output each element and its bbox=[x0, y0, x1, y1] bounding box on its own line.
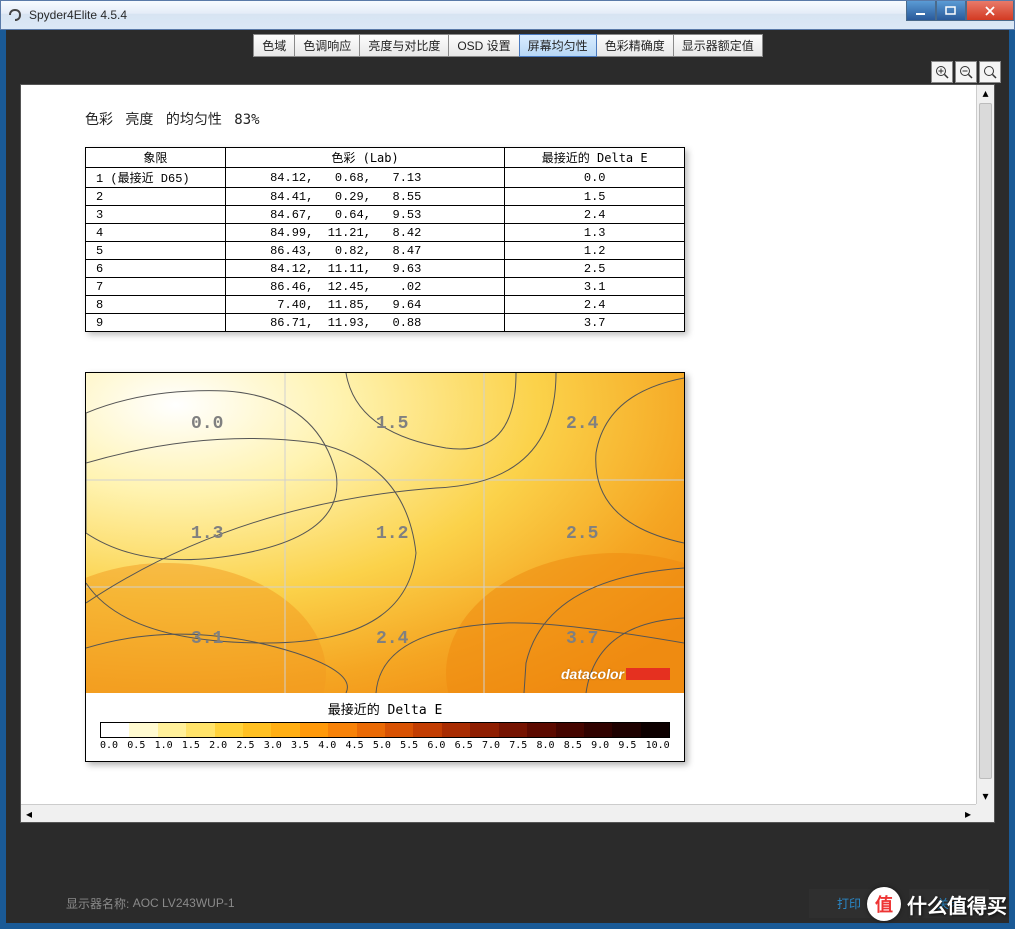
footer: 显示器名称: AOC LV243WUP-1 打印 关闭 bbox=[6, 883, 1009, 923]
col-quadrant: 象限 bbox=[86, 148, 226, 168]
window-close-button[interactable] bbox=[966, 1, 1014, 21]
page-heading: 色彩 亮度 的均匀性 83% bbox=[85, 109, 916, 129]
scroll-right-icon[interactable]: ▸ bbox=[960, 805, 976, 822]
tab-tone-response[interactable]: 色调响应 bbox=[294, 34, 360, 57]
content-area: 色彩 亮度 的均匀性 83% 象限 色彩 (Lab) 最接近的 Delta E … bbox=[20, 84, 995, 823]
watermark-text: 什么值得买 bbox=[907, 890, 1007, 919]
vertical-scrollbar[interactable]: ▴ ▾ bbox=[976, 85, 994, 804]
window-title: Spyder4Elite 4.5.4 bbox=[29, 8, 127, 22]
legend-title: 最接近的 Delta E bbox=[96, 699, 674, 718]
scroll-down-icon[interactable]: ▾ bbox=[977, 788, 994, 804]
watermark-badge-icon: 值 bbox=[867, 887, 901, 921]
tab-osd-settings[interactable]: OSD 设置 bbox=[448, 34, 519, 57]
cell-value-6: 2.5 bbox=[566, 524, 598, 544]
zoom-in-button[interactable] bbox=[931, 61, 953, 83]
app-icon bbox=[7, 7, 23, 23]
col-deltae: 最接近的 Delta E bbox=[505, 148, 685, 168]
table-row: 3 84.67, 0.64, 9.532.4 bbox=[86, 206, 685, 224]
uniformity-chart: 0.0 1.5 2.4 1.3 1.2 2.5 3.1 2.4 3.7 data… bbox=[85, 372, 685, 762]
toolbar bbox=[6, 57, 1009, 87]
brand-badge: datacolor bbox=[561, 666, 670, 682]
legend-ticks: 0.00.51.01.52.02.53.03.54.04.55.05.56.06… bbox=[100, 738, 670, 751]
window-titlebar: Spyder4Elite 4.5.4 bbox=[0, 0, 1015, 30]
table-row: 5 86.43, 0.82, 8.471.2 bbox=[86, 242, 685, 260]
tab-strip: 色域 色调响应 亮度与对比度 OSD 设置 屏幕均匀性 色彩精确度 显示器额定值 bbox=[6, 30, 1009, 57]
tab-brightness-contrast[interactable]: 亮度与对比度 bbox=[359, 34, 449, 57]
table-row: 9 86.71, 11.93, 0.883.7 bbox=[86, 314, 685, 332]
cell-value-9: 3.7 bbox=[566, 629, 598, 649]
legend: 最接近的 Delta E 0.00.51.01.52.02.53.03.54.0… bbox=[86, 693, 684, 761]
tab-gamut[interactable]: 色域 bbox=[253, 34, 295, 57]
table-row: 2 84.41, 0.29, 8.551.5 bbox=[86, 188, 685, 206]
window-maximize-button[interactable] bbox=[936, 1, 966, 21]
watermark: 值 什么值得买 bbox=[867, 887, 1007, 921]
tab-color-accuracy[interactable]: 色彩精确度 bbox=[596, 34, 674, 57]
cell-value-5: 1.2 bbox=[376, 524, 408, 544]
cell-value-7: 3.1 bbox=[191, 629, 224, 649]
table-row: 7 86.46, 12.45, .023.1 bbox=[86, 278, 685, 296]
monitor-name-value: AOC LV243WUP-1 bbox=[133, 896, 235, 910]
col-lab: 色彩 (Lab) bbox=[225, 148, 505, 168]
monitor-name-label: 显示器名称: bbox=[66, 895, 129, 912]
scroll-thumb[interactable] bbox=[979, 103, 992, 779]
window-minimize-button[interactable] bbox=[906, 1, 936, 21]
cell-value-4: 1.3 bbox=[191, 524, 223, 544]
cell-value-8: 2.4 bbox=[376, 629, 409, 649]
cell-value-1: 0.0 bbox=[191, 414, 223, 434]
zoom-out-button[interactable] bbox=[955, 61, 977, 83]
table-row: 8 7.40, 11.85, 9.642.4 bbox=[86, 296, 685, 314]
table-row: 6 84.12, 11.11, 9.632.5 bbox=[86, 260, 685, 278]
legend-bar bbox=[100, 722, 670, 738]
table-row: 4 84.99, 11.21, 8.421.3 bbox=[86, 224, 685, 242]
scroll-up-icon[interactable]: ▴ bbox=[977, 85, 994, 101]
scroll-left-icon[interactable]: ◂ bbox=[21, 805, 37, 822]
cell-value-3: 2.4 bbox=[566, 414, 599, 434]
zoom-fit-button[interactable] bbox=[979, 61, 1001, 83]
tab-screen-uniformity[interactable]: 屏幕均匀性 bbox=[519, 34, 597, 57]
uniformity-table: 象限 色彩 (Lab) 最接近的 Delta E 1 (最接近 D65) 84.… bbox=[85, 147, 685, 332]
app-frame: 色域 色调响应 亮度与对比度 OSD 设置 屏幕均匀性 色彩精确度 显示器额定值… bbox=[6, 30, 1009, 923]
cell-value-2: 1.5 bbox=[376, 414, 408, 434]
horizontal-scrollbar[interactable]: ◂ ▸ bbox=[21, 804, 976, 822]
tab-monitor-rating[interactable]: 显示器额定值 bbox=[673, 34, 763, 57]
table-row: 1 (最接近 D65) 84.12, 0.68, 7.130.0 bbox=[86, 168, 685, 188]
